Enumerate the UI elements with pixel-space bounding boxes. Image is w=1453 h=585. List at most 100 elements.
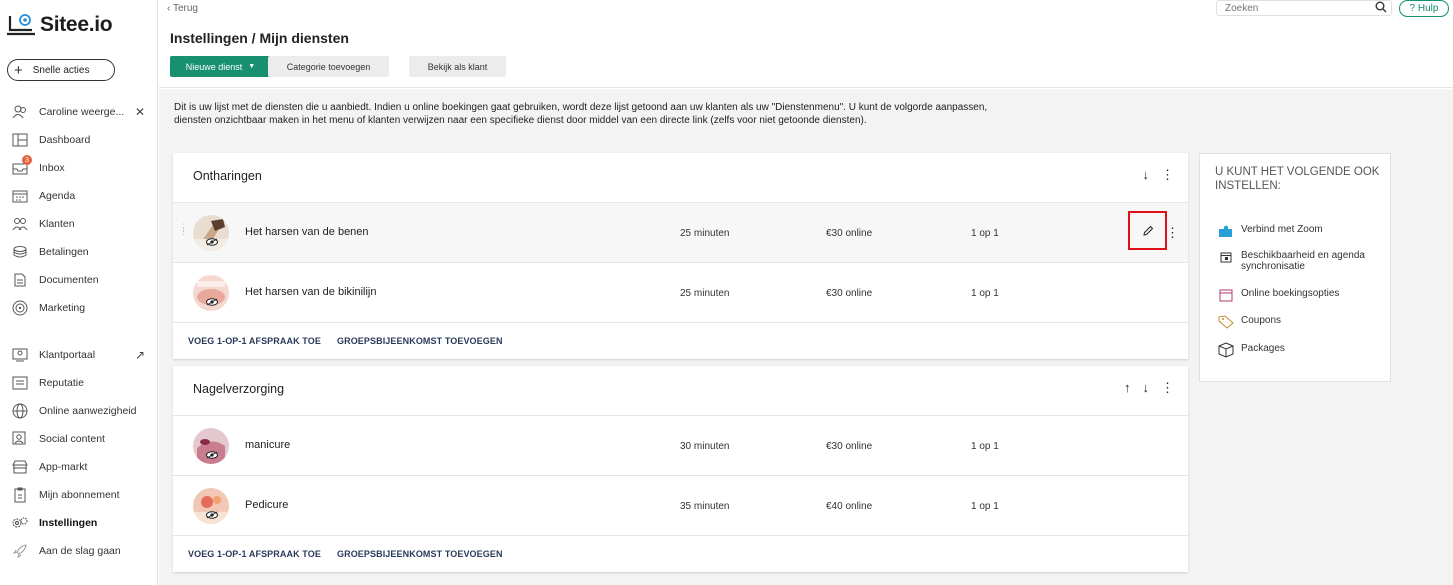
sidebar-item-agenda[interactable]: Agenda — [11, 186, 151, 206]
marketing-icon — [11, 299, 29, 317]
logo[interactable]: Sitee.io — [6, 12, 113, 38]
service-name[interactable]: Het harsen van de bikinilijn — [245, 286, 376, 298]
sidebar-item-klantportaal[interactable]: Klantportaal ↗ — [11, 345, 151, 365]
service-capacity: 1 op 1 — [971, 441, 999, 452]
sidebar-item-mijn-abonnement[interactable]: Mijn abonnement — [11, 485, 151, 505]
eye-icon[interactable] — [205, 450, 219, 460]
sidebar-item-reputatie[interactable]: Reputatie — [11, 373, 151, 393]
new-service-button[interactable]: Nieuwe dienst ▼ — [170, 56, 271, 77]
table-row[interactable]: ⋮ ⋮ Het harsen van de benen 25 minuten €3… — [173, 203, 1188, 263]
subscription-icon — [11, 486, 29, 504]
globe-icon — [11, 402, 29, 420]
sidebar-item-inbox[interactable]: 3 Inbox — [11, 155, 151, 178]
add-one-on-one-link[interactable]: VOEG 1-OP-1 AFSPRAAK TOE — [188, 549, 321, 559]
edit-button[interactable] — [1128, 211, 1167, 250]
quick-actions-label: Snelle acties — [32, 64, 90, 76]
sidebar-item-instellingen[interactable]: Instellingen — [11, 513, 151, 533]
category-card-ontharingen: Ontharingen ↓ ⋮ ⋮ ⋮ Het harsen van de ben… — [173, 153, 1188, 359]
pencil-icon — [1142, 225, 1153, 236]
new-service-label: Nieuwe dienst — [185, 61, 243, 72]
add-one-on-one-link[interactable]: VOEG 1-OP-1 AFSPRAAK TOE — [188, 336, 321, 346]
sidebar-item-label: Documenten — [39, 274, 99, 286]
sidebar-item-label: App-markt — [39, 461, 88, 473]
sidebar-item-social-content[interactable]: Social content — [11, 429, 151, 449]
document-icon — [11, 271, 29, 289]
arrow-down-icon[interactable]: ↓ — [1143, 380, 1150, 396]
arrow-up-icon[interactable]: ↑ — [1124, 380, 1131, 396]
panel-item-label: Beschikbaarheid en agenda synchronisatie — [1241, 250, 1365, 272]
search-icon[interactable] — [1375, 1, 1387, 16]
category-header: Ontharingen ↓ ⋮ — [173, 153, 1188, 203]
intro-text: Dit is uw lijst met de diensten die u aa… — [174, 102, 988, 126]
panel-item-packages[interactable]: Packages — [1218, 342, 1285, 358]
reputation-icon — [11, 374, 29, 392]
service-name[interactable]: Het harsen van de benen — [245, 226, 369, 238]
sidebar-item-aan-de-slag[interactable]: Aan de slag gaan — [11, 541, 151, 561]
sidebar-item-klanten[interactable]: Klanten — [11, 214, 151, 234]
close-icon[interactable]: ✕ — [135, 105, 145, 119]
drag-handle-icon[interactable]: ⋮ ⋮ — [179, 223, 188, 241]
panel-item-label: Online boekingsopties — [1241, 288, 1340, 299]
add-group-session-link[interactable]: GROEPSBIJEENKOMST TOEVOEGEN — [337, 549, 503, 559]
clients-icon — [11, 215, 29, 233]
table-row[interactable]: Pedicure 35 minuten €40 online 1 op 1 — [173, 476, 1188, 536]
sidebar-item-label: Instellingen — [39, 517, 98, 529]
page-title: Instellingen / Mijn diensten — [170, 30, 349, 46]
sidebar-item-app-markt[interactable]: App-markt — [11, 457, 151, 477]
view-as-client-button[interactable]: Bekijk als klant — [409, 56, 506, 77]
sidebar-item-label: Aan de slag gaan — [39, 545, 121, 557]
sidebar-item-online-aanwezigheid[interactable]: Online aanwezigheid — [11, 401, 151, 421]
sidebar-item-label: Inbox — [39, 162, 65, 174]
page-header: ‹ Terug Instellingen / Mijn diensten Nie… — [159, 0, 1453, 88]
service-name[interactable]: manicure — [245, 439, 290, 451]
sidebar-item-marketing[interactable]: Marketing — [11, 298, 151, 318]
calendar-icon — [1218, 288, 1234, 302]
more-vertical-icon[interactable]: ⋮ — [1166, 225, 1179, 241]
service-capacity: 1 op 1 — [971, 288, 999, 299]
quick-actions-button[interactable]: + Snelle acties — [7, 59, 115, 81]
box-icon — [1218, 342, 1234, 358]
sidebar-item-label: Social content — [39, 433, 105, 445]
sidebar-item-dashboard[interactable]: Dashboard — [11, 130, 151, 150]
panel-item-zoom[interactable]: Verbind met Zoom — [1218, 224, 1323, 238]
users-icon — [11, 103, 29, 121]
inbox-badge: 3 — [22, 155, 32, 165]
category-title: Ontharingen — [193, 169, 262, 183]
sidebar-item-documenten[interactable]: Documenten — [11, 270, 151, 290]
dashboard-icon — [11, 131, 29, 149]
caret-down-icon: ▼ — [248, 63, 256, 70]
also-configure-panel: U KUNT HET VOLGENDE OOK INSTELLEN: Verbi… — [1199, 153, 1391, 382]
logo-text: Sitee.io — [40, 13, 113, 36]
panel-item-coupons[interactable]: Coupons — [1218, 315, 1281, 329]
more-vertical-icon[interactable]: ⋮ — [1161, 167, 1174, 183]
table-row[interactable]: Het harsen van de bikinilijn 25 minuten … — [173, 263, 1188, 323]
panel-title: U KUNT HET VOLGENDE OOK INSTELLEN: — [1215, 166, 1380, 192]
category-card-nagelverzorging: Nagelverzorging ↑ ↓ ⋮ manicure 30 minute… — [173, 366, 1188, 572]
service-capacity: 1 op 1 — [971, 228, 999, 239]
table-row[interactable]: manicure 30 minuten €30 online 1 op 1 — [173, 416, 1188, 476]
category-footer: VOEG 1-OP-1 AFSPRAAK TOE GROEPSBIJEENKOM… — [173, 536, 1188, 572]
search-input[interactable] — [1216, 0, 1392, 16]
category-title: Nagelverzorging — [193, 382, 285, 396]
sidebar-item-caroline[interactable]: Caroline weerge... ✕ — [11, 102, 151, 122]
more-vertical-icon[interactable]: ⋮ — [1161, 380, 1174, 396]
settings-icon — [11, 514, 29, 532]
eye-icon[interactable] — [205, 237, 219, 247]
back-link[interactable]: ‹ Terug — [167, 3, 198, 14]
external-link-icon[interactable]: ↗ — [135, 348, 145, 362]
service-name[interactable]: Pedicure — [245, 499, 288, 511]
eye-icon[interactable] — [205, 297, 219, 307]
add-group-session-link[interactable]: GROEPSBIJEENKOMST TOEVOEGEN — [337, 336, 503, 346]
service-price: €30 online — [826, 288, 873, 299]
arrow-down-icon[interactable]: ↓ — [1143, 167, 1150, 183]
service-duration: 25 minuten — [680, 288, 730, 299]
eye-icon[interactable] — [205, 510, 219, 520]
tag-icon — [1218, 315, 1234, 329]
add-category-button[interactable]: Categorie toevoegen — [268, 56, 389, 77]
panel-item-availability[interactable]: Beschikbaarheid en agenda synchronisatie — [1218, 250, 1383, 272]
help-button[interactable]: ? Hulp — [1399, 0, 1449, 17]
panel-item-booking-options[interactable]: Online boekingsopties — [1218, 288, 1339, 302]
sidebar-item-label: Reputatie — [39, 377, 84, 389]
service-price: €30 online — [826, 228, 873, 239]
sidebar-item-betalingen[interactable]: Betalingen — [11, 242, 151, 262]
